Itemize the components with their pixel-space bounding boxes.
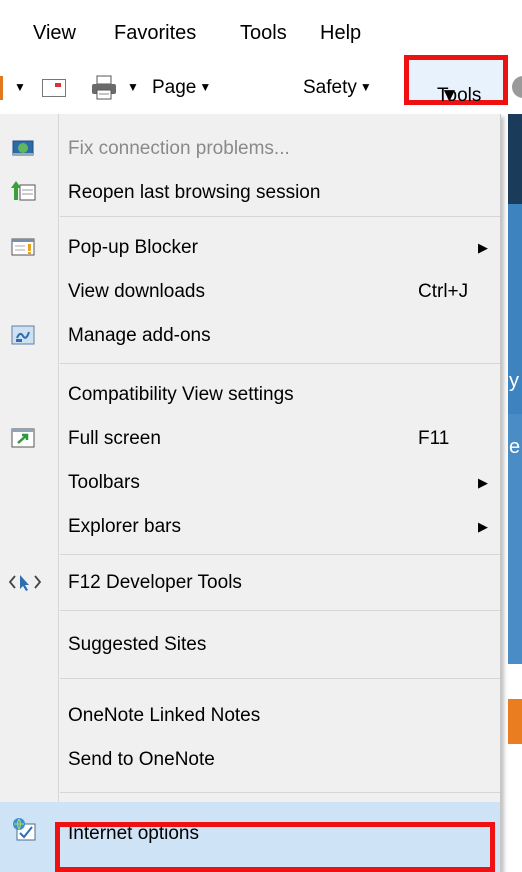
- menu-item-toolbars[interactable]: Toolbars ▶: [0, 461, 500, 505]
- safety-button[interactable]: Safety ▼: [303, 75, 372, 100]
- safety-chevron-icon: ▼: [359, 80, 372, 94]
- menu-item-shortcut: F11: [418, 428, 450, 449]
- menu-item-label: Manage add-ons: [68, 325, 211, 346]
- menu-item-label: Send to OneNote: [68, 749, 215, 770]
- menu-item-label: Explorer bars: [68, 516, 181, 537]
- reopen-session-icon: [11, 180, 36, 204]
- help-circle-icon[interactable]: [512, 76, 522, 98]
- menu-item-label: OneNote Linked Notes: [68, 705, 261, 726]
- page-button[interactable]: Page ▼: [152, 75, 211, 100]
- network-diagnose-icon: [11, 136, 35, 160]
- menu-separator: [60, 363, 500, 364]
- menu-item-label: Toolbars: [68, 472, 140, 493]
- menu-item-explorer-bars[interactable]: Explorer bars ▶: [0, 505, 500, 549]
- menu-item-fix-connection: Fix connection problems...: [0, 127, 500, 171]
- menu-bar: View Favorites Tools Help: [0, 0, 522, 62]
- menu-item-label: Full screen: [68, 428, 161, 449]
- tools-button[interactable]: Tools ▼: [404, 55, 508, 106]
- menu-item-label: Fix connection problems...: [68, 138, 290, 159]
- tools-chevron-icon: ▼: [440, 85, 459, 106]
- manage-addons-icon: [11, 323, 35, 347]
- menu-item-view-downloads[interactable]: View downloads Ctrl+J: [0, 270, 500, 314]
- tools-dropdown-menu: Fix connection problems... Reopen last b…: [0, 114, 501, 872]
- menu-help[interactable]: Help: [320, 21, 361, 45]
- menu-item-compat-view[interactable]: Compatibility View settings: [0, 373, 500, 417]
- menu-item-dev-tools[interactable]: F12 Developer Tools: [0, 561, 500, 605]
- print-dropdown-chevron-icon[interactable]: ▼: [127, 80, 139, 94]
- menu-item-label: Compatibility View settings: [68, 384, 294, 405]
- submenu-arrow-icon: ▶: [478, 240, 488, 255]
- menu-separator: [60, 554, 500, 555]
- menu-favorites[interactable]: Favorites: [114, 21, 196, 45]
- mail-icon[interactable]: [42, 79, 66, 97]
- menu-item-label: F12 Developer Tools: [68, 572, 242, 593]
- menu-item-onenote-linked[interactable]: OneNote Linked Notes: [0, 694, 500, 738]
- full-screen-icon: [11, 426, 35, 450]
- page-label: Page: [152, 77, 197, 98]
- internet-options-icon: [11, 816, 36, 841]
- toolbar-edge-orange: [0, 76, 3, 100]
- menu-item-label: Reopen last browsing session: [68, 182, 321, 203]
- internet-options-highlight-box: [55, 822, 495, 872]
- home-dropdown-chevron-icon[interactable]: ▼: [14, 80, 26, 94]
- menu-item-full-screen[interactable]: Full screen F11: [0, 417, 500, 461]
- print-icon[interactable]: [90, 75, 118, 101]
- menu-item-reopen-session[interactable]: Reopen last browsing session: [0, 171, 500, 215]
- safety-label: Safety: [303, 77, 357, 98]
- menu-tools[interactable]: Tools: [240, 21, 287, 45]
- menu-item-shortcut: Ctrl+J: [418, 281, 469, 302]
- menu-separator: [60, 216, 500, 217]
- menu-item-suggested-sites[interactable]: Suggested Sites: [0, 623, 500, 667]
- popup-blocker-icon: [11, 235, 35, 259]
- menu-item-label: View downloads: [68, 281, 205, 302]
- menu-separator: [60, 792, 500, 793]
- menu-separator: [60, 678, 500, 679]
- page-letter-e: e: [509, 436, 521, 458]
- page-background: y e: [508, 114, 522, 872]
- page-letter-y: y: [509, 370, 519, 392]
- menu-item-send-onenote[interactable]: Send to OneNote: [0, 738, 500, 782]
- developer-tools-icon: [8, 570, 42, 594]
- menu-item-label: Pop-up Blocker: [68, 237, 198, 258]
- menu-view[interactable]: View: [33, 21, 76, 45]
- submenu-arrow-icon: ▶: [478, 475, 488, 490]
- menu-item-manage-addons[interactable]: Manage add-ons: [0, 314, 500, 358]
- menu-separator: [60, 610, 500, 611]
- submenu-arrow-icon: ▶: [478, 519, 488, 534]
- menu-item-label: Suggested Sites: [68, 634, 207, 655]
- page-chevron-icon: ▼: [199, 80, 212, 94]
- menu-item-popup-blocker[interactable]: Pop-up Blocker ▶: [0, 226, 500, 270]
